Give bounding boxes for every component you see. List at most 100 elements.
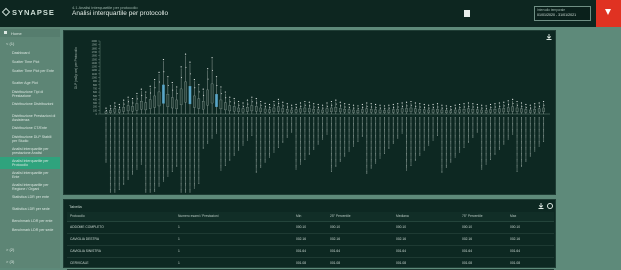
results-table: Protocollo Numero esami / Prestazioni Min 2… — [67, 212, 554, 270]
outlier-point — [467, 102, 470, 104]
sidebar-item[interactable]: Analisi interquartile per prestazione An… — [12, 147, 56, 155]
column-header[interactable]: Mediana — [393, 212, 459, 222]
sidebar-item-home[interactable]: Home — [0, 29, 60, 37]
outlier-point — [282, 105, 284, 107]
outlier-point — [220, 93, 222, 95]
column-header[interactable]: 75° Percentile — [459, 212, 507, 222]
box — [250, 105, 254, 112]
column-header[interactable]: Max — [507, 212, 554, 222]
box — [206, 89, 209, 106]
box — [427, 109, 430, 113]
sidebar-item[interactable]: Analisi interquartile per Ente — [12, 171, 56, 179]
box — [210, 83, 214, 104]
box — [506, 107, 510, 112]
home-icon — [4, 31, 7, 34]
sidebar-item[interactable]: Benchmark LDR per ente — [12, 219, 56, 223]
box — [449, 110, 453, 113]
outlier-point — [313, 106, 315, 108]
box — [281, 108, 285, 113]
outlier-point — [141, 94, 143, 96]
sidebar-item[interactable]: Distribuzione Prestazioni di Assistenza — [12, 114, 56, 122]
outlier-point — [145, 91, 147, 93]
sidebar-item[interactable]: Distribuzione DLP Stabili per Studio — [12, 135, 56, 143]
outlier-point — [361, 103, 363, 106]
outlier-point — [402, 105, 404, 107]
sidebar-item[interactable]: Distribuzione CT/Ente — [12, 126, 56, 130]
sidebar-group-2[interactable]: > (2) — [6, 247, 14, 252]
outlier-point — [154, 79, 156, 81]
table-cell: CAVIGLIA DESTRA — [67, 233, 175, 246]
outlier-point — [521, 105, 523, 107]
table-row[interactable]: CAVIGLIA SINISTRA 1 001.64 001.64 001.64 001.… — [67, 245, 554, 258]
sidebar-group-toggle[interactable]: < (1) — [6, 41, 14, 46]
synapse-logo-mark — [1, 7, 11, 17]
sidebar-item[interactable]: Analisi interquartile per Protocollo — [12, 159, 56, 167]
sidebar-item[interactable]: Statistica LDR per sede — [12, 207, 56, 211]
table-row[interactable]: ADDOME COMPLETO 1 000.10 000.10 000.10 000.10… — [67, 221, 554, 234]
outlier-point — [238, 100, 240, 103]
date-range-picker[interactable]: Intervallo temporale 01/01/2020 - 31/01/… — [534, 6, 591, 21]
box — [325, 108, 329, 113]
sidebar-item[interactable]: Distribuzione Distribuzioni — [12, 102, 56, 106]
outlier-point — [330, 100, 333, 103]
gear-icon[interactable] — [547, 203, 553, 209]
outlier-point — [247, 103, 249, 105]
outlier-point — [542, 100, 545, 103]
sidebar-item[interactable]: Scatter Time Plot — [12, 60, 56, 64]
outlier-point — [265, 106, 267, 108]
outlier-point — [189, 73, 191, 75]
box — [184, 81, 187, 103]
sidebar-item[interactable]: Benchmark LDR per sede — [12, 228, 56, 232]
table-cell: 001.08 — [293, 257, 327, 270]
box — [347, 109, 351, 113]
box — [193, 95, 196, 108]
outlier-point — [123, 103, 125, 105]
column-header[interactable]: 25° Percentile — [327, 212, 393, 222]
sidebar-item[interactable]: Analisi interquartile per Regione / Orga… — [12, 183, 56, 191]
box — [126, 105, 130, 112]
outlier-point — [455, 107, 457, 109]
outlier-point — [397, 106, 399, 108]
date-range-value[interactable]: 01/01/2020 - 31/01/2021 — [537, 13, 576, 17]
box — [118, 109, 121, 113]
outlier-point — [225, 97, 227, 99]
table-row[interactable]: CAVIGLIA DESTRA 1 002.16 002.16 002.16 002.16… — [67, 233, 554, 246]
box — [489, 109, 492, 113]
table-cell: 001.08 — [393, 257, 459, 270]
sidebar-group-3[interactable]: > (3) — [6, 259, 14, 264]
outlier-point — [171, 81, 173, 84]
outlier-point — [318, 107, 320, 109]
box — [175, 99, 178, 110]
y-tick-label: 700 — [93, 87, 98, 90]
y-tick-label: 1000 — [92, 77, 98, 80]
download-icon[interactable] — [538, 203, 544, 209]
outlier-point — [534, 103, 536, 105]
outlier-point — [260, 100, 262, 103]
box — [365, 108, 369, 113]
sidebar-item[interactable]: Dashboard — [12, 51, 56, 55]
outlier-point — [251, 96, 253, 98]
save-icon[interactable] — [464, 10, 470, 17]
sidebar-item[interactable]: Scatter Time Plot per Ente — [12, 69, 56, 73]
sidebar-item[interactable]: Statistica LDR per ente — [12, 195, 56, 199]
outlier-point — [543, 104, 545, 106]
outlier-point — [423, 103, 425, 106]
brand-logo[interactable]: SYNAPSE — [12, 8, 55, 17]
outlier-point — [326, 102, 328, 104]
sidebar-item[interactable]: Distribuzione Tipi di Prestazione — [12, 90, 56, 98]
column-header[interactable]: Numero esami / Prestazioni — [175, 212, 293, 222]
box — [148, 99, 152, 109]
box — [529, 109, 532, 113]
table-cell: 000.10 — [507, 221, 554, 234]
box — [476, 109, 479, 113]
column-header[interactable]: Min — [293, 212, 327, 222]
box — [542, 107, 545, 112]
table-cell: CAVIGLIA SINISTRA — [67, 245, 175, 258]
box — [321, 109, 324, 113]
column-header[interactable]: Protocollo — [67, 212, 175, 222]
download-icon[interactable] — [546, 34, 552, 40]
table-row[interactable]: CERVICALE 1 001.08 001.08 001.08 001.08 001.08 — [67, 257, 554, 270]
filter-button[interactable] — [596, 0, 621, 27]
table-cell: 1 — [175, 245, 293, 258]
sidebar-item[interactable]: Scatter Age Plot — [12, 81, 56, 85]
